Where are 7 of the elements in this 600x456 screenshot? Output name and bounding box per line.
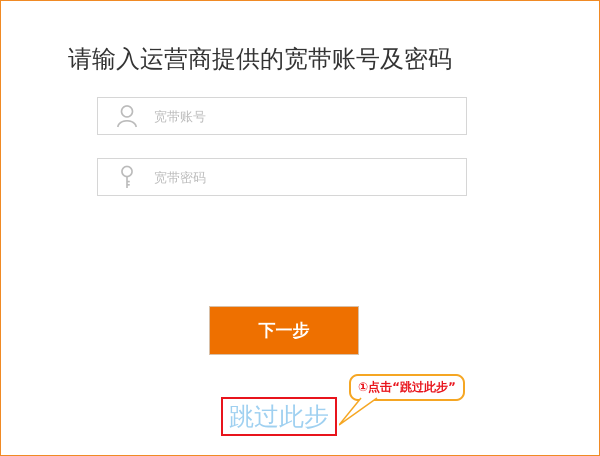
input-field[interactable]: 宽带密码 — [97, 158, 467, 196]
page-title: 请输入运营商提供的宽带账号及密码 — [68, 44, 452, 75]
skip-link[interactable]: 跳过此步 — [221, 397, 337, 436]
callout-tail — [339, 397, 379, 427]
next-button[interactable]: 下一步 — [209, 306, 359, 355]
user-icon — [116, 104, 138, 128]
input-field[interactable]: 宽带账号 — [97, 97, 467, 135]
